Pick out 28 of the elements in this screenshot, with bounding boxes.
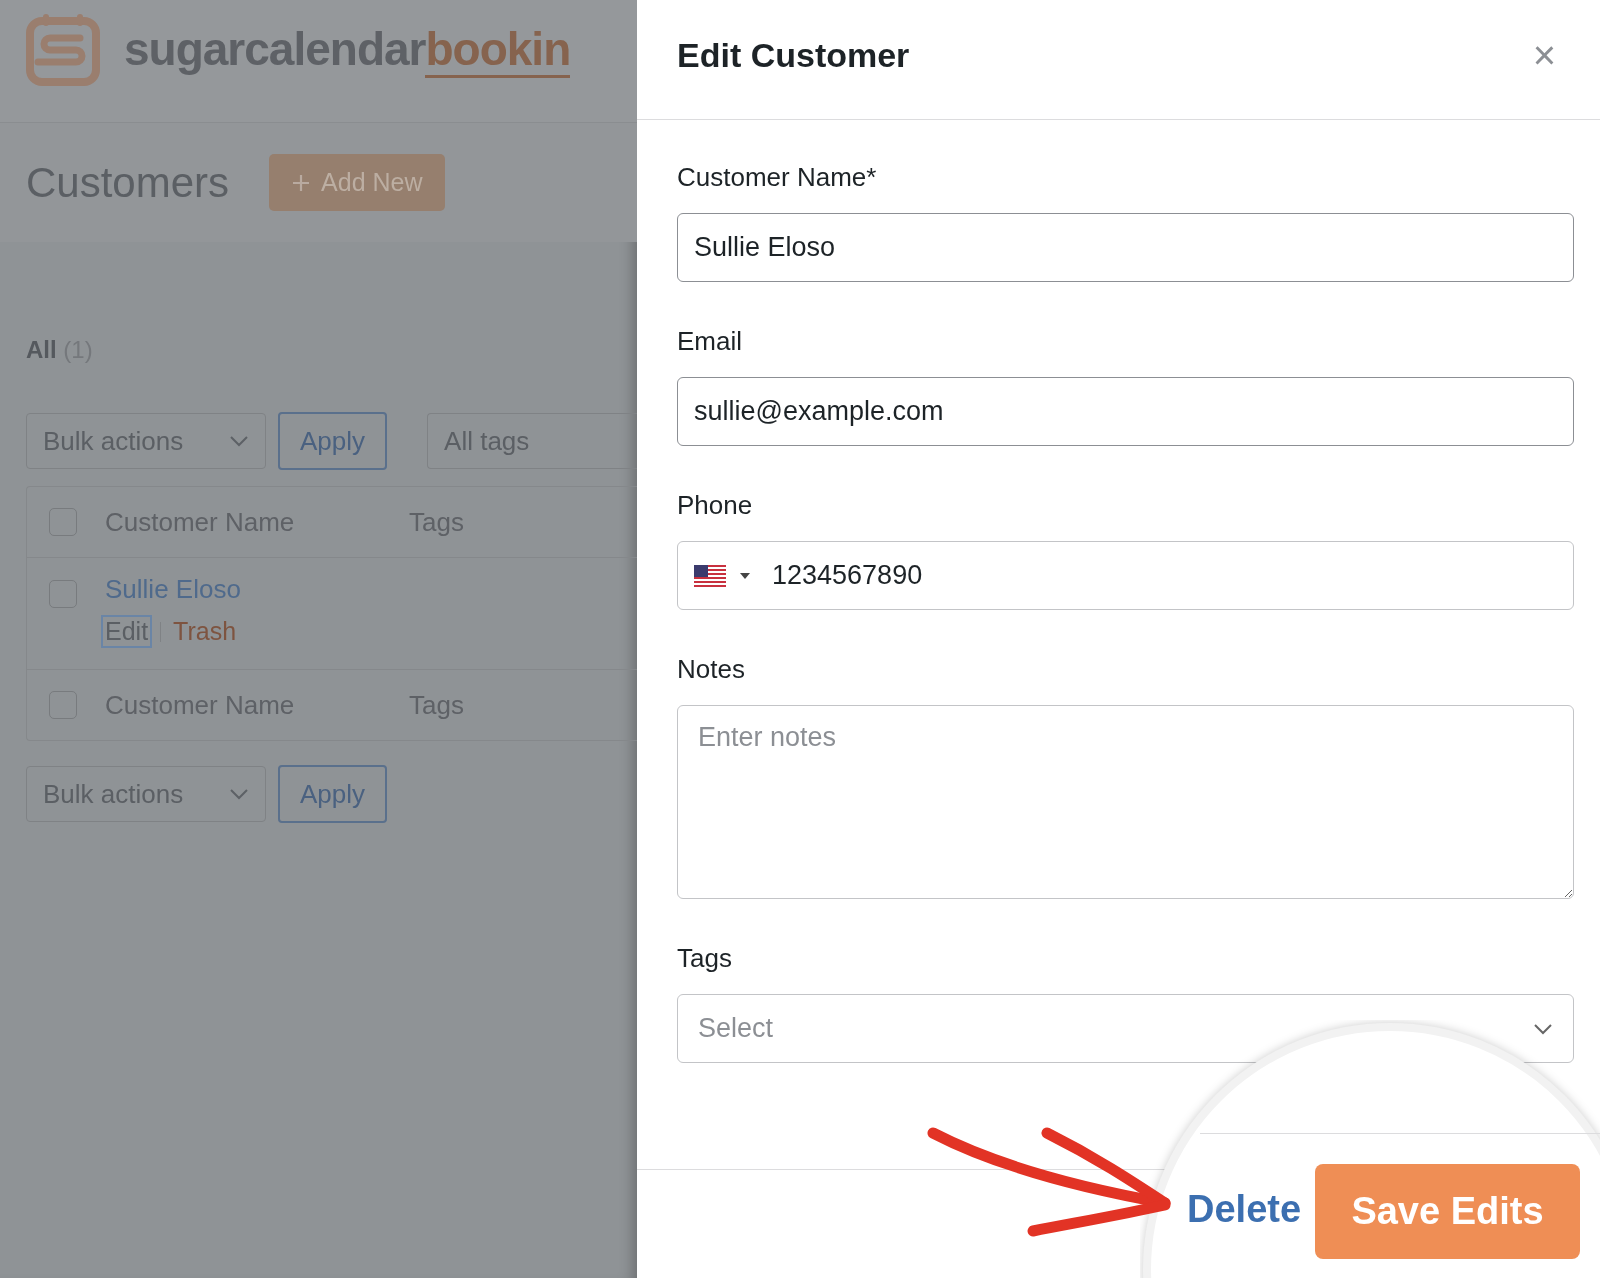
- phone-field[interactable]: 1234567890: [677, 541, 1574, 610]
- chevron-down-icon: [229, 788, 249, 800]
- plus-icon: [291, 172, 312, 193]
- checkbox[interactable]: [49, 508, 77, 536]
- chevron-down-icon: [1533, 1022, 1553, 1035]
- field-label: Email: [677, 326, 743, 357]
- notes-field[interactable]: Enter notes: [677, 705, 1574, 899]
- page-title: Customers: [26, 158, 230, 207]
- flag-icon: [694, 564, 726, 587]
- customer-name-link[interactable]: Sullie Eloso: [105, 574, 409, 605]
- field-label: Phone: [677, 490, 754, 521]
- apply-button[interactable]: Apply: [278, 412, 388, 470]
- field-label: Tags: [677, 943, 733, 974]
- close-button[interactable]: ×: [1528, 33, 1560, 78]
- row-action-link[interactable]: Trash: [169, 615, 241, 648]
- input-field[interactable]: sullie@example.com: [677, 377, 1574, 446]
- calendar-logo-icon: [26, 12, 100, 86]
- apply-button[interactable]: Apply: [278, 765, 388, 823]
- caret-icon: [740, 572, 750, 579]
- field-label: Customer Name*: [677, 162, 878, 193]
- checkbox[interactable]: [49, 580, 77, 608]
- field-label: Notes: [677, 654, 746, 685]
- input-field[interactable]: Sullie Eloso: [677, 213, 1574, 282]
- save-edits-button[interactable]: Save Edits: [1315, 1164, 1580, 1259]
- checkbox[interactable]: [49, 691, 77, 719]
- chevron-down-icon: [229, 435, 249, 447]
- drawer-title: Edit Customer: [677, 36, 910, 75]
- delete-link[interactable]: Delete: [1187, 1188, 1302, 1231]
